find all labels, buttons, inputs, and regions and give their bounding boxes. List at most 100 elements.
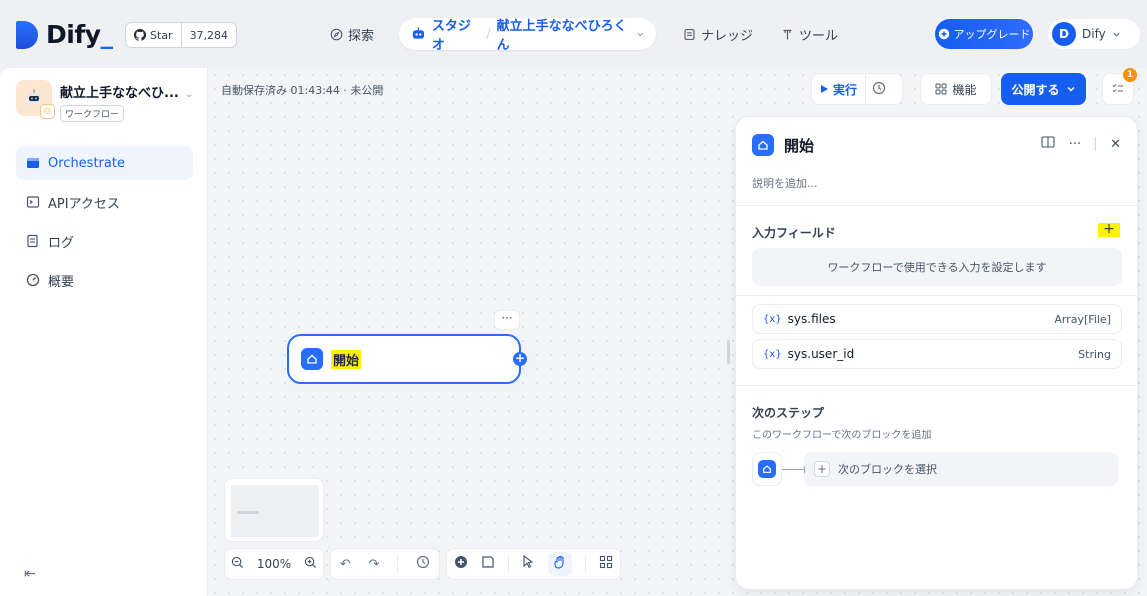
sidebar-item-logs[interactable]: ログ (16, 224, 193, 258)
sidebar-item-label: APIアクセス (48, 196, 120, 212)
zoom-control: 100% (224, 548, 324, 580)
app-type-badge: ワークフロー (60, 105, 125, 122)
nav-knowledge[interactable]: ナレッジ (683, 18, 753, 50)
grid-icon (935, 83, 947, 95)
play-icon (821, 85, 828, 93)
minimap[interactable] (224, 478, 324, 542)
checklist-button[interactable]: 1 (1102, 68, 1137, 105)
panel-title[interactable]: 開始 (784, 135, 814, 156)
features-label: 機能 (952, 82, 977, 97)
sidebar-menu: Orchestrate APIアクセス ログ 概要 (16, 146, 193, 302)
compass-icon (330, 28, 343, 40)
github-star: Star (126, 23, 182, 47)
nav-tools[interactable]: ツール (781, 18, 838, 50)
github-star-label: Star (150, 28, 173, 42)
logo-text: Dify (46, 20, 101, 49)
terminal-icon (26, 195, 40, 209)
sidebar-item-orchestrate[interactable]: Orchestrate (16, 146, 193, 180)
sidebar-item-overview[interactable]: 概要 (16, 263, 193, 297)
plus-icon: + (814, 461, 830, 477)
add-block-icon[interactable] (454, 555, 468, 573)
pointer-icon[interactable] (522, 554, 534, 573)
chevron-down-icon (1066, 86, 1075, 92)
divider (736, 295, 1137, 296)
next-step-description: このワークフローで次のブロックを追加 (752, 430, 932, 441)
zoom-level[interactable]: 100% (257, 557, 291, 571)
next-step-row: + 次のブロックを選択 (752, 452, 1118, 486)
close-icon[interactable]: ✕ (1110, 137, 1121, 152)
next-step-title: 次のステップ (752, 406, 825, 420)
divider (585, 556, 587, 572)
panel-header: 開始 (752, 134, 814, 156)
sidebar-item-label: 概要 (48, 274, 75, 290)
github-star-count: 37,284 (189, 28, 229, 42)
sidebar-item-label: ログ (48, 235, 75, 251)
start-node[interactable]: 開始 (287, 334, 521, 384)
undo-icon[interactable]: ↶ (340, 557, 351, 572)
nav-studio[interactable]: スタジオ / 献立上手ななべひろくん (399, 15, 656, 53)
app-sidebar: ⚇ 献立上手ななべひ... ⌄ ワークフロー Orchestrate APIアクセ… (0, 68, 208, 596)
nav-studio-label[interactable]: スタジオ (432, 15, 480, 53)
zoom-in-icon[interactable] (304, 556, 317, 572)
book-open-icon[interactable] (1041, 136, 1055, 152)
more-icon[interactable]: ··· (1069, 137, 1081, 152)
home-icon (758, 460, 776, 478)
chevron-down-icon[interactable] (636, 30, 644, 39)
dify-logo[interactable]: Dify_ (16, 20, 113, 49)
nav-tools-label: ツール (799, 28, 839, 44)
workflow-badge-icon: ⚇ (40, 104, 55, 119)
redo-icon[interactable]: ↷ (369, 557, 380, 572)
gauge-icon (26, 273, 40, 287)
publish-label: 公開する (1011, 82, 1060, 97)
run-label: 実行 (833, 82, 858, 97)
publish-button[interactable]: 公開する (1001, 73, 1086, 105)
divider (397, 556, 399, 572)
github-star-button[interactable]: Star 37,284 (125, 22, 238, 48)
logo-underscore: _ (100, 20, 114, 49)
upgrade-button[interactable]: アップグレード (935, 19, 1033, 49)
divider (1095, 137, 1097, 151)
nav-app-name[interactable]: 献立上手ななべひろくん (497, 15, 630, 53)
features-button[interactable]: 機能 (920, 73, 992, 105)
avatar: D (1052, 22, 1076, 46)
variable-name: sys.files (787, 312, 836, 326)
run-history-icon[interactable] (866, 81, 892, 98)
sidebar-item-api[interactable]: APIアクセス (16, 185, 193, 219)
divider (508, 556, 510, 572)
autosave-status: 自動保存済み 01:43:44 · 未公開 (221, 84, 384, 97)
add-input-field-button[interactable]: + (1098, 222, 1120, 237)
node-more-button[interactable]: ··· (494, 310, 520, 330)
start-node-title: 開始 (331, 349, 362, 369)
nav-explore-label: 探索 (348, 28, 375, 44)
variable-icon: {x} (763, 348, 782, 360)
checklist-icon (1112, 84, 1123, 93)
run-button[interactable]: 実行 (812, 74, 867, 104)
connector-line (782, 465, 805, 473)
history-controls: ↶ ↷ (330, 548, 440, 580)
app-header[interactable]: ⚇ 献立上手ななべひ... ⌄ ワークフロー (16, 80, 193, 122)
add-note-icon[interactable] (481, 555, 495, 573)
select-next-block-button[interactable]: + 次のブロックを選択 (804, 452, 1118, 486)
variable-row[interactable]: {x} sys.user_id String (752, 339, 1122, 369)
input-fields-empty-state: ワークフローで使用できる入力を設定します (752, 248, 1122, 286)
divider (736, 385, 1137, 386)
chevron-down-icon[interactable]: ⌄ (185, 89, 193, 100)
home-icon (752, 134, 774, 156)
hand-icon[interactable] (547, 552, 572, 576)
nav-explore[interactable]: 探索 (330, 18, 374, 50)
variable-row[interactable]: {x} sys.files Array[File] (752, 304, 1122, 334)
nav-separator: / (486, 26, 491, 42)
tool-icon (783, 29, 792, 39)
collapse-sidebar-icon[interactable]: ⇤ (24, 566, 36, 582)
chevron-down-icon (1113, 32, 1120, 37)
checklist-count-badge: 1 (1123, 68, 1137, 82)
minimap-node (237, 511, 259, 514)
start-block-chip (752, 452, 782, 486)
version-history-icon[interactable] (416, 555, 430, 573)
organize-blocks-icon[interactable] (599, 555, 613, 573)
zoom-out-icon[interactable] (231, 556, 244, 572)
description-input[interactable]: 説明を追加... (752, 175, 818, 191)
node-add-next-button[interactable]: + (513, 352, 527, 366)
panel-resize-handle[interactable] (727, 340, 730, 364)
user-menu[interactable]: D Dify (1048, 19, 1140, 49)
